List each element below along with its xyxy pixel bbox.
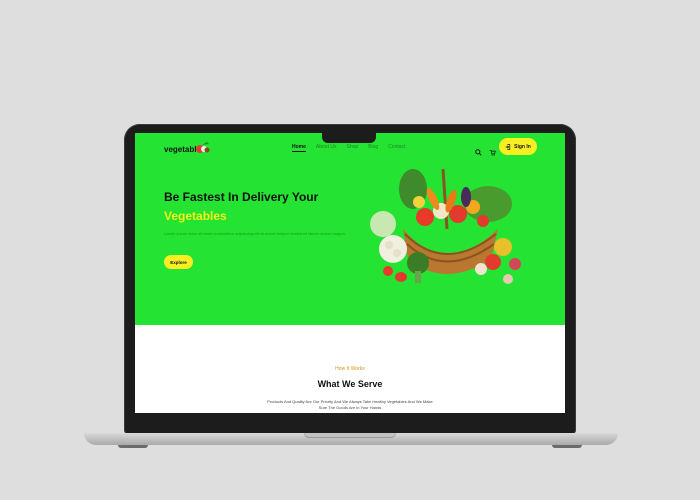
hero-title: Be Fastest In Delivery Your: [164, 190, 319, 204]
section-subtitle: Products And Quality Are Our Priority An…: [267, 399, 433, 410]
hero-section: vegetable Home About Us Shop Blog Contac…: [135, 133, 565, 325]
laptop-foot-left: [118, 445, 148, 448]
hero-description: Lorem ipsum dolor sit amet consectetur a…: [164, 231, 345, 236]
nav-blog[interactable]: Blog: [368, 144, 378, 152]
hero-title-highlight: Vegetables: [164, 209, 227, 223]
cart-icon[interactable]: [489, 143, 496, 156]
laptop-screen: vegetable Home About Us Shop Blog Contac…: [135, 133, 565, 413]
section-eyebrow: How It Works: [335, 366, 365, 372]
search-icon[interactable]: [475, 143, 482, 156]
signin-button[interactable]: Sign In: [499, 138, 537, 155]
main-nav: Home About Us Shop Blog Contact: [292, 144, 405, 152]
vegetable-basket-image: [370, 168, 521, 284]
section-title: What We Serve: [317, 379, 383, 389]
vegetable-logo-icon: [196, 142, 210, 153]
login-icon: [505, 143, 511, 150]
nav-shop[interactable]: Shop: [346, 144, 358, 152]
nav-about[interactable]: About Us: [316, 144, 337, 152]
header-icons: [475, 143, 496, 156]
laptop-opening-notch: [304, 433, 396, 438]
laptop-foot-right: [552, 445, 582, 448]
signin-label: Sign In: [514, 143, 531, 150]
nav-home[interactable]: Home: [292, 144, 306, 152]
camera-notch: [322, 133, 376, 143]
explore-button[interactable]: Explore: [164, 255, 193, 269]
nav-contact[interactable]: Contact: [388, 144, 405, 152]
